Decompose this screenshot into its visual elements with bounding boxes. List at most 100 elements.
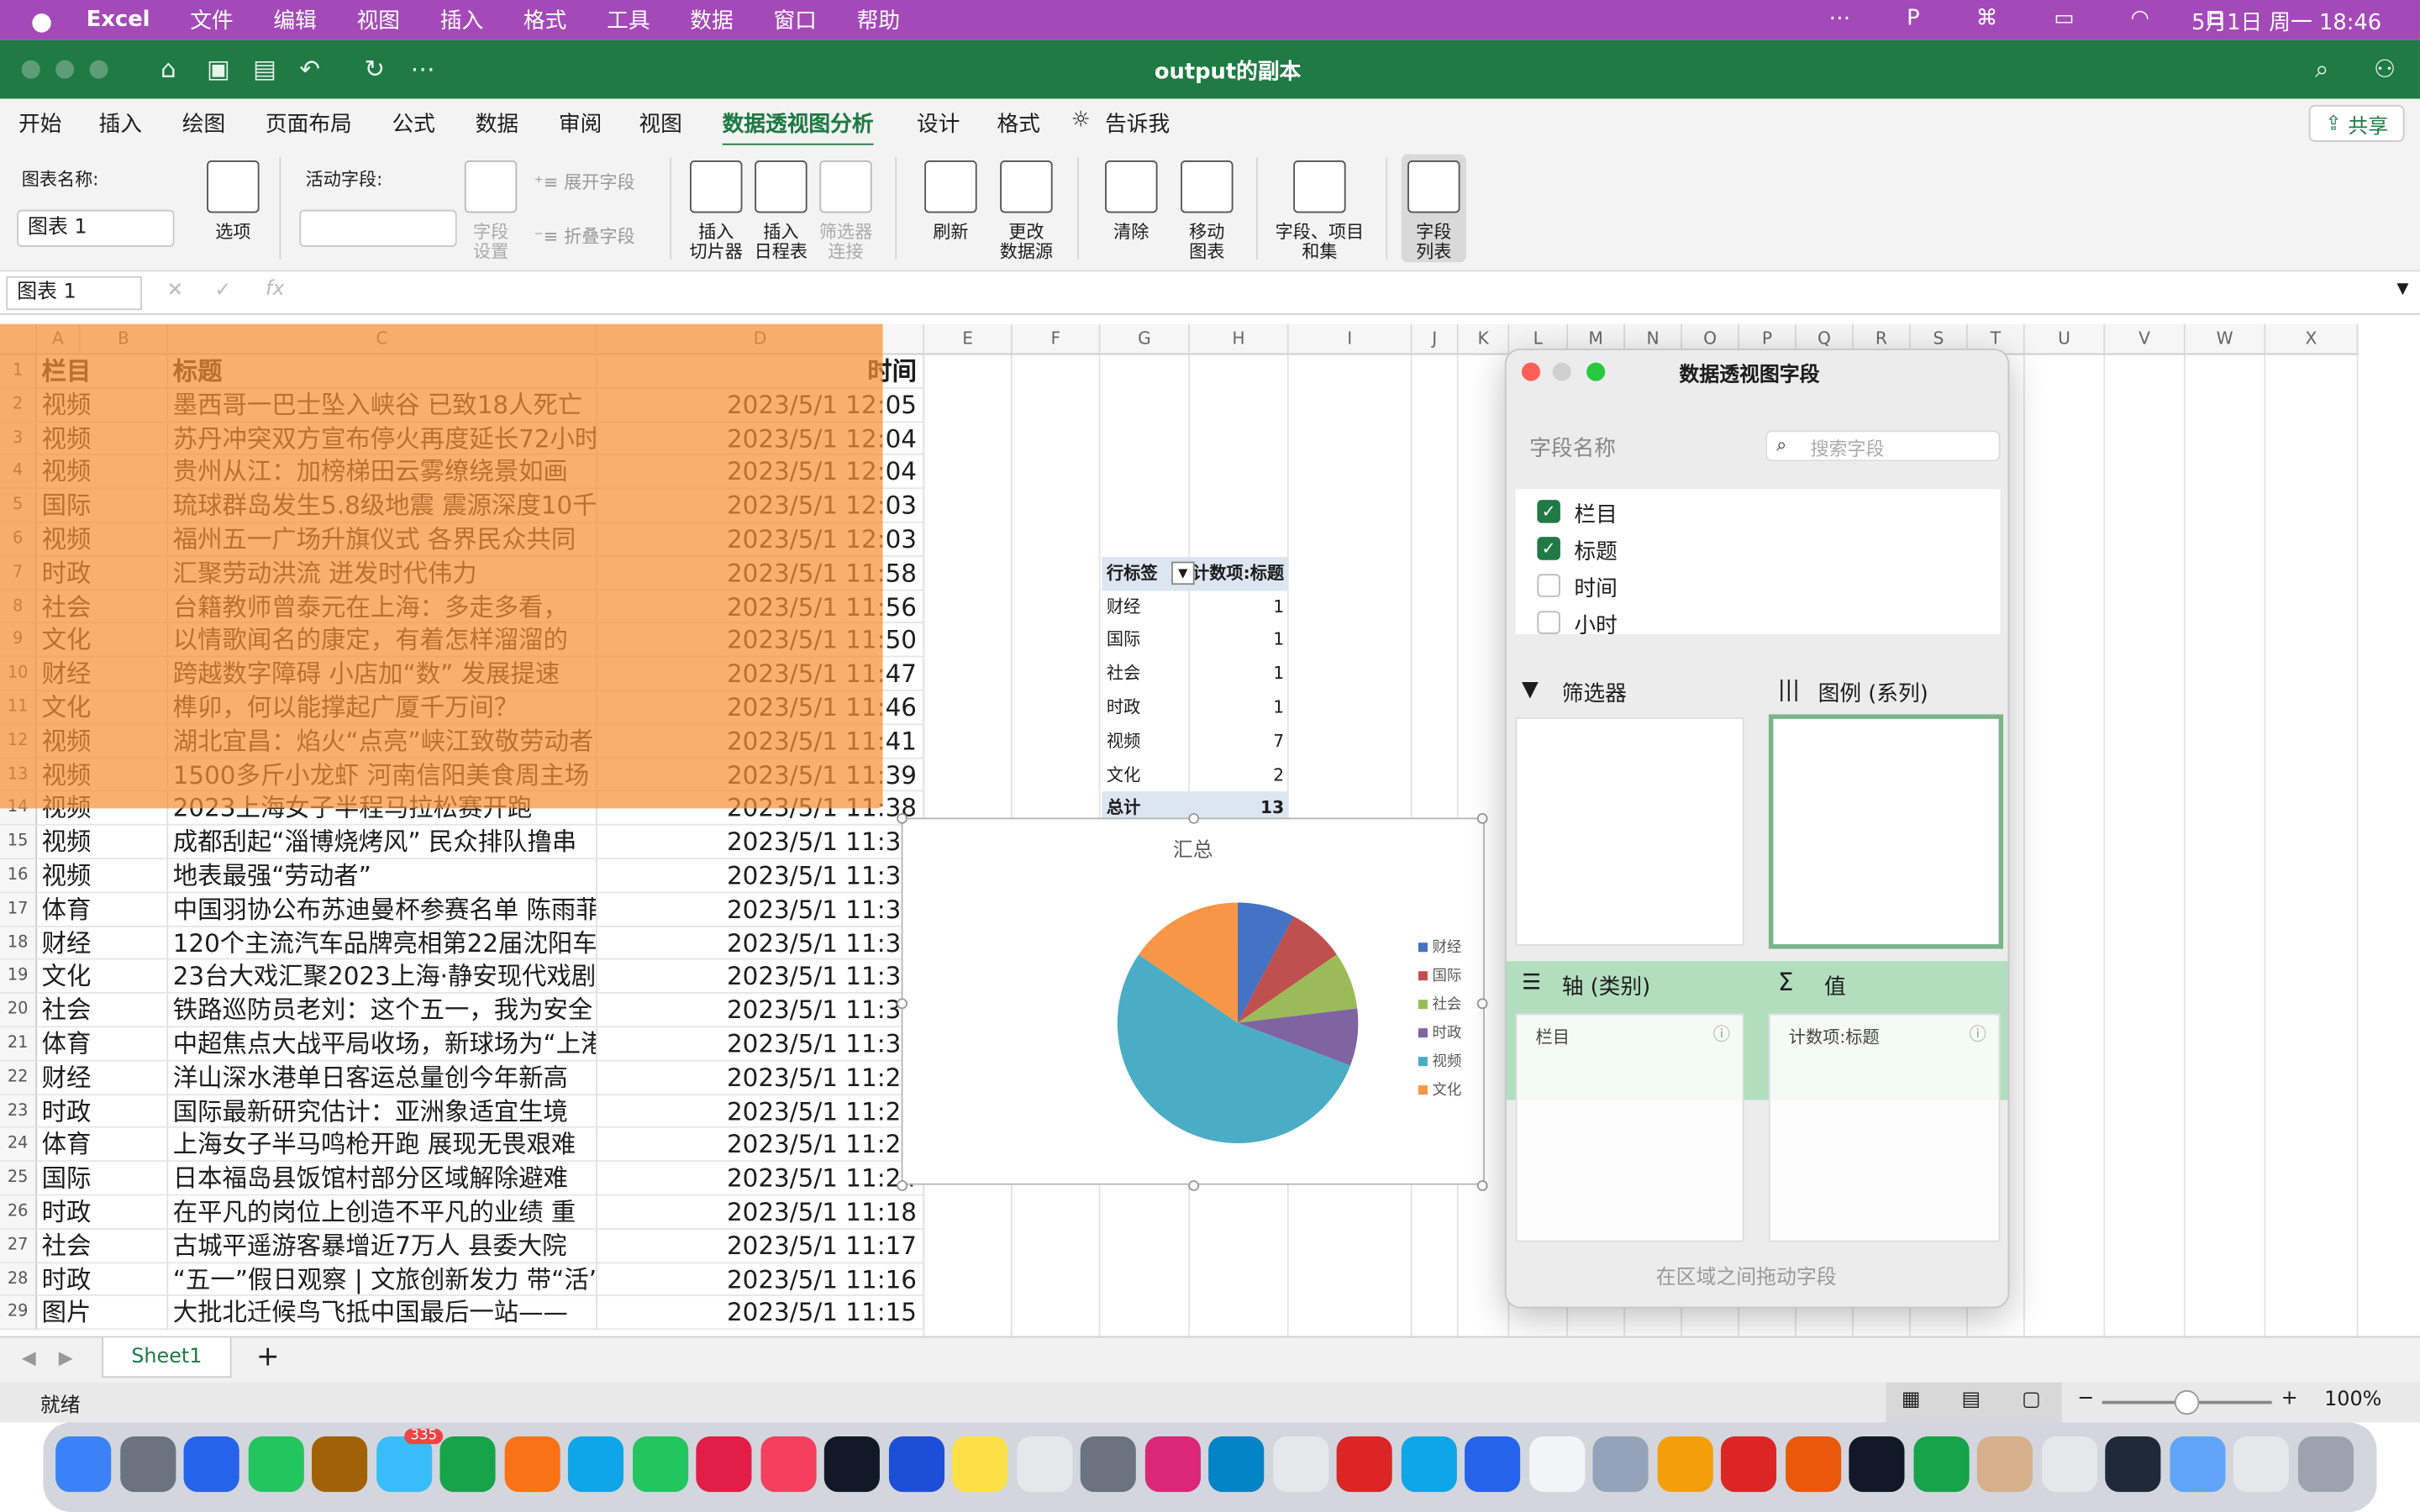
field-settings-button[interactable]: 字段 设置	[463, 160, 518, 262]
filter-dropdown-icon[interactable]: ▼	[1171, 561, 1195, 585]
active-field-input[interactable]	[299, 209, 457, 247]
zoom-slider-thumb[interactable]	[2174, 1389, 2200, 1415]
column-header[interactable]: G	[1100, 323, 1191, 355]
dock-app-icon[interactable]	[1849, 1436, 1905, 1493]
row-header[interactable]: 17	[0, 893, 38, 927]
clock[interactable]: 5月1日 周一 18:46	[2191, 6, 2381, 37]
dock-app-icon[interactable]	[1400, 1436, 1456, 1493]
menu-item[interactable]: 格式	[523, 5, 566, 36]
cell[interactable]: 2023/5/1 11:16	[597, 1263, 925, 1297]
save-as-icon[interactable]: ▤	[253, 54, 276, 83]
cell[interactable]: 图片	[37, 1296, 169, 1331]
cell[interactable]: 社会	[37, 1229, 169, 1263]
undo-icon[interactable]: ↶	[299, 54, 320, 83]
filters-zone[interactable]	[1515, 717, 1744, 946]
dock-app-icon[interactable]	[1976, 1436, 2033, 1493]
column-header[interactable]: X	[2265, 323, 2359, 355]
values-item[interactable]: 计数项:标题	[1789, 1025, 1880, 1049]
row-header[interactable]: 19	[0, 960, 38, 995]
resize-handle[interactable]	[897, 1180, 908, 1191]
pivot-row[interactable]: 国际 1	[1102, 624, 1288, 658]
dock-app-icon[interactable]	[760, 1436, 816, 1493]
pivot-row[interactable]: 社会 1	[1102, 658, 1288, 691]
page-layout-icon[interactable]: ▤	[1961, 1389, 1981, 1412]
change-source-button[interactable]: 更改 数据源	[994, 160, 1059, 262]
filter-connect-button[interactable]: 筛选器 连接	[815, 160, 876, 262]
cell[interactable]: 2023/5/1 11:31	[597, 960, 925, 995]
dock-app-icon[interactable]	[1080, 1436, 1136, 1493]
field-row[interactable]: ✓ 标题	[1516, 533, 2001, 566]
apple-icon[interactable]: ●	[31, 5, 53, 34]
column-header[interactable]: W	[2185, 323, 2266, 355]
name-box[interactable]: 图表 1	[6, 276, 142, 311]
cell[interactable]: 古城平遥游客暴增近7万人 县委大院	[168, 1229, 597, 1263]
menu-item[interactable]: 数据	[690, 5, 733, 36]
cell[interactable]: 财经	[37, 1061, 169, 1095]
ribbon-tab[interactable]: 开始	[18, 108, 61, 139]
search-icon[interactable]: ⌕	[2315, 54, 2328, 85]
cell[interactable]: 时政	[37, 1195, 169, 1230]
zoom-level[interactable]: 100%	[2324, 1389, 2381, 1412]
pivot-row[interactable]: 行标签 计数项:标题 ▼	[1102, 556, 1289, 591]
cell[interactable]: 视频	[37, 859, 169, 894]
resize-handle[interactable]	[1188, 812, 1200, 824]
move-chart-button[interactable]: 移动 图表	[1176, 160, 1238, 262]
cell[interactable]: 2023/5/1 11:17	[597, 1229, 925, 1263]
legend-zone[interactable]	[1768, 714, 2004, 949]
dock-app-icon[interactable]	[503, 1436, 560, 1493]
dock-app-icon[interactable]	[2105, 1436, 2161, 1493]
cell[interactable]: 2023/5/1 11:29	[597, 1095, 925, 1129]
minimize-window-button[interactable]	[55, 60, 75, 79]
ribbon-tab[interactable]: 格式	[997, 108, 1040, 139]
cell[interactable]: 财经	[37, 927, 169, 961]
unchecked-checkbox[interactable]	[1537, 574, 1560, 597]
expand-field-button[interactable]: ⁺≡ 展开字段	[534, 170, 634, 194]
redo-icon[interactable]: ↻	[364, 54, 385, 83]
cell[interactable]: 2023/5/1 11:33	[597, 893, 925, 927]
cell[interactable]: 2023/5/1 11:24	[597, 1162, 925, 1196]
dock-app-icon[interactable]	[2233, 1436, 2289, 1493]
cell[interactable]: 体育	[37, 1128, 169, 1163]
pivot-row[interactable]: 时政 1	[1102, 691, 1288, 725]
ribbon-tab[interactable]: 数据	[476, 108, 518, 139]
search-field-input[interactable]: ⌕ 搜索字段	[1765, 430, 2001, 462]
dock-app-icon[interactable]	[1208, 1436, 1265, 1493]
cell[interactable]: 铁路巡防员老刘：这个五一，我为安全	[168, 994, 597, 1028]
home-icon[interactable]: ⌂	[160, 54, 176, 83]
pivot-row[interactable]: 视频 7	[1102, 725, 1288, 759]
dock-app-icon[interactable]	[183, 1436, 239, 1493]
ribbon-tab[interactable]: 绘图	[182, 108, 225, 139]
zoom-in-icon[interactable]: +	[2281, 1387, 2298, 1410]
cell[interactable]: 时政	[37, 1095, 169, 1129]
pivot-chart[interactable]: 汇总 财经 国际 社会 时政 视频 文化	[897, 812, 1488, 1191]
zoom-window-button[interactable]	[89, 60, 108, 79]
cell[interactable]: 2023/5/1 11:36	[597, 859, 925, 894]
cell[interactable]: 在平凡的岗位上创造不平凡的业绩 重	[168, 1195, 597, 1230]
cell[interactable]: 2023/5/1 11:30	[597, 1027, 925, 1062]
chart-name-input[interactable]: 图表 1	[17, 209, 175, 247]
dock-app-icon[interactable]	[1272, 1436, 1328, 1493]
cell[interactable]: 地表最强“劳动者”	[168, 859, 597, 894]
menu-item[interactable]: 插入	[440, 5, 483, 36]
row-header[interactable]: 24	[0, 1128, 38, 1163]
cell[interactable]: 2023/5/1 11:29	[597, 1061, 925, 1095]
row-header[interactable]: 25	[0, 1162, 38, 1196]
cancel-icon[interactable]: ✕	[166, 279, 183, 302]
values-zone[interactable]: 计数项:标题 ⓘ	[1768, 1013, 2001, 1242]
axis-zone[interactable]: 栏目 ⓘ	[1515, 1013, 1744, 1242]
dock-app-icon[interactable]	[119, 1436, 176, 1493]
menu-item[interactable]: 视图	[357, 5, 400, 36]
dock-app-icon[interactable]	[1336, 1436, 1392, 1493]
ribbon-tab[interactable]: 告诉我	[1105, 108, 1170, 139]
formula-input[interactable]	[308, 279, 2376, 307]
cell[interactable]: 日本福岛县饭馆村部分区域解除避难	[168, 1162, 597, 1196]
dock-app-icon[interactable]	[632, 1436, 688, 1493]
row-header[interactable]: 27	[0, 1229, 38, 1263]
cell[interactable]: 洋山深水港单日客运总量创今年新高	[168, 1061, 597, 1095]
resize-handle[interactable]	[1188, 1180, 1200, 1191]
values-item-info-icon[interactable]: ⓘ	[1970, 1021, 1986, 1046]
insert-slicer-button[interactable]: 插入 切片器	[685, 160, 746, 262]
cell[interactable]: 中超焦点大战平局收场，新球场为“上港	[168, 1027, 597, 1062]
column-header[interactable]: J	[1412, 323, 1459, 355]
menu-item[interactable]: 窗口	[773, 5, 816, 36]
